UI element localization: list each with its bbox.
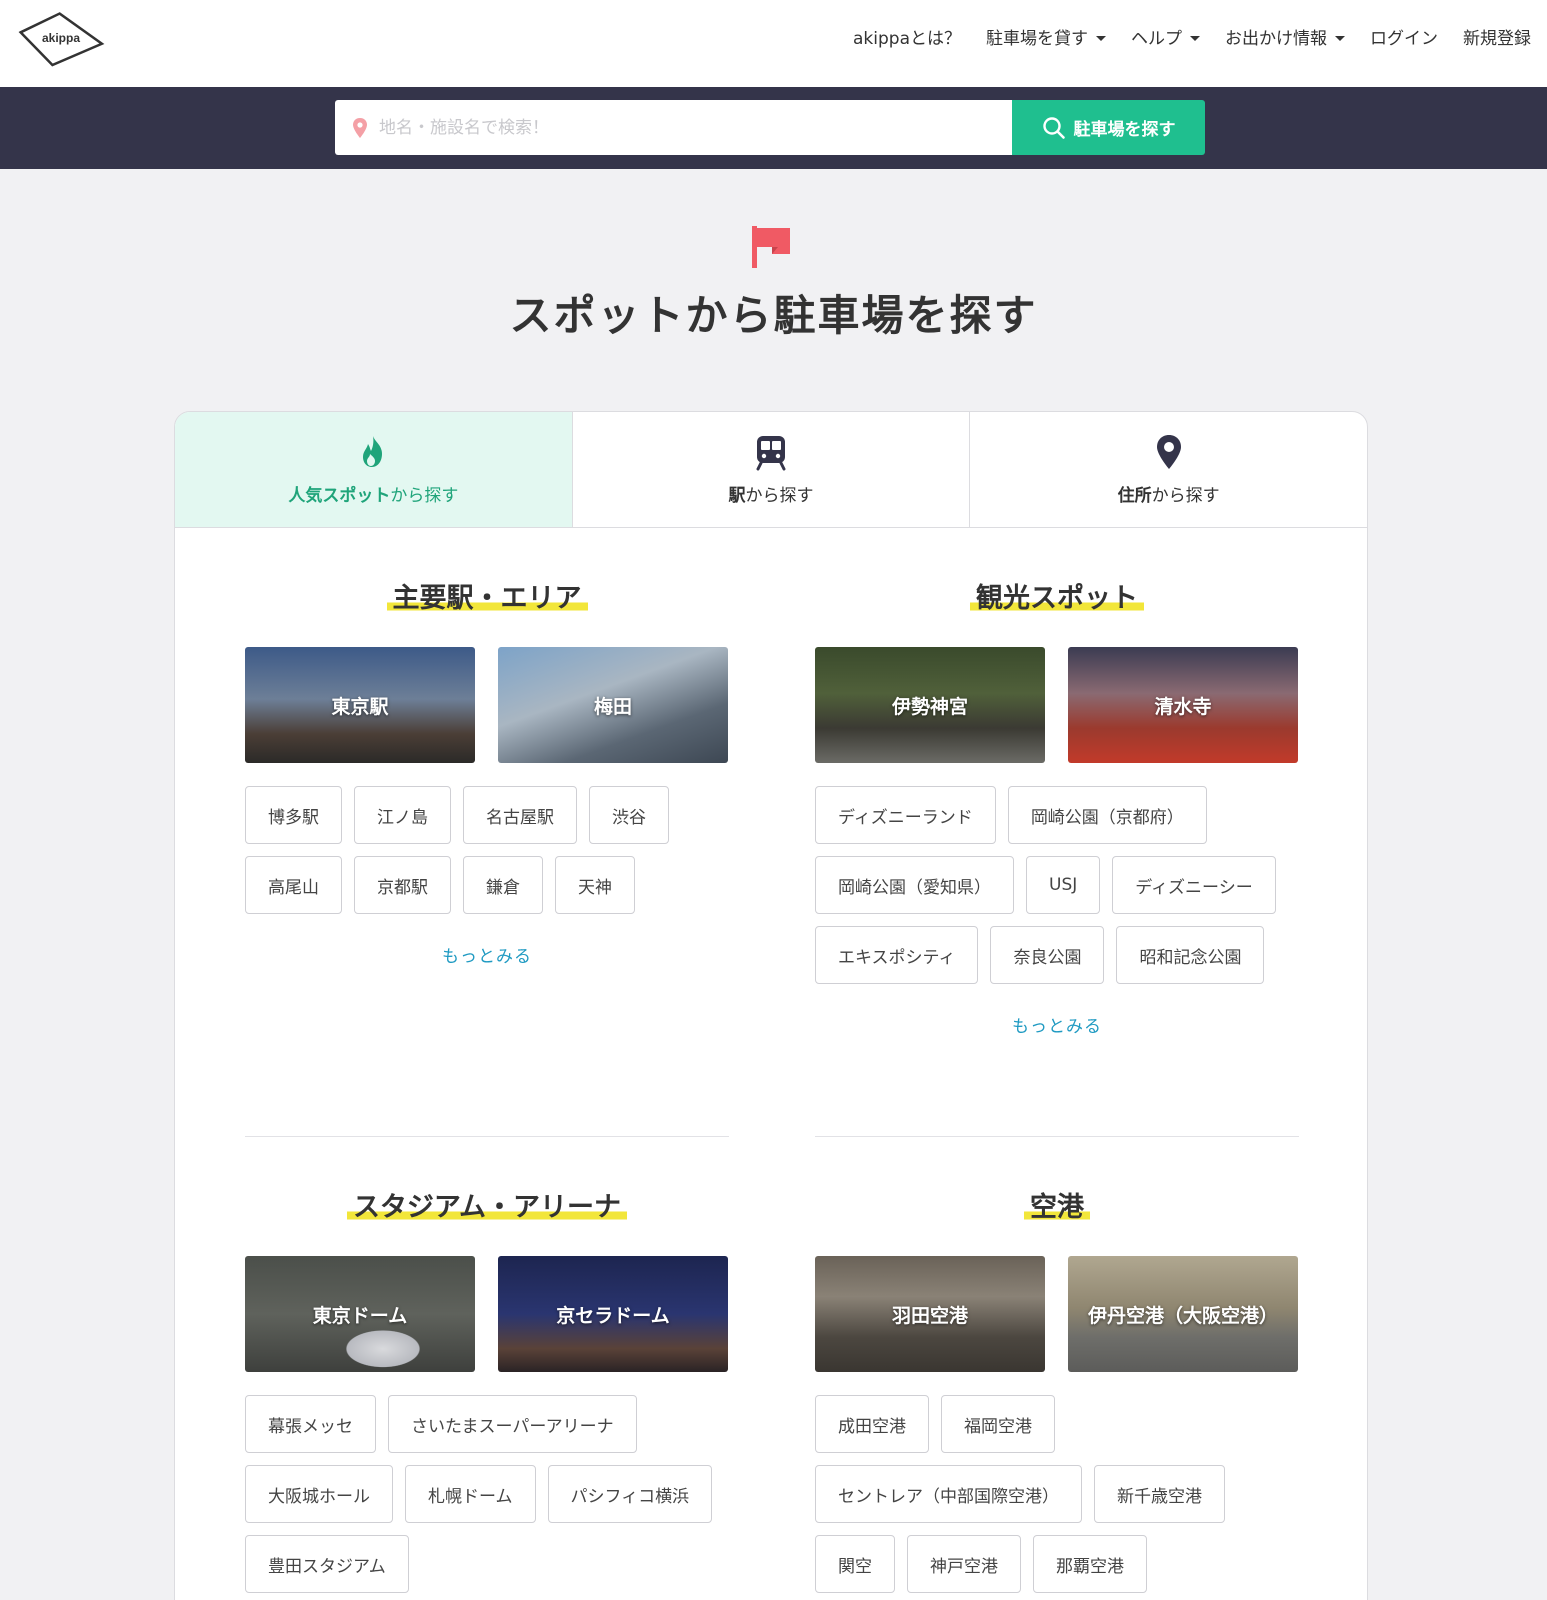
chip-toyota-stadium[interactable]: 豊田スタジアム — [245, 1535, 409, 1593]
location-pin-icon — [353, 117, 367, 138]
top-header: akippa akippaとは？ 駐車場を貸す ヘルプ お出かけ情報 ログイン … — [0, 0, 1547, 87]
chip-usj[interactable]: USJ — [1026, 856, 1101, 914]
chip-enoshima[interactable]: 江ノ島 — [354, 786, 451, 844]
nav-signup[interactable]: 新規登録 — [1463, 24, 1531, 49]
search-input[interactable] — [379, 117, 979, 138]
map-pin-icon — [1156, 435, 1181, 469]
chip-kobe-airport[interactable]: 神戸空港 — [907, 1535, 1021, 1593]
chip-osaka-jo-hall[interactable]: 大阪城ホール — [245, 1465, 393, 1523]
chip-tenjin[interactable]: 天神 — [555, 856, 635, 914]
chip-list: ディズニーランド 岡崎公園（京都府） 岡崎公園（愛知県） USJ ディズニーシー… — [815, 786, 1299, 984]
nav-outing-info[interactable]: お出かけ情報 — [1225, 24, 1345, 49]
section-major-stations: 主要駅・エリア 東京駅 梅田 博多駅 江ノ島 名古屋駅 渋谷 高尾山 京都駅 鎌… — [245, 576, 729, 967]
chip-fukuoka-airport[interactable]: 福岡空港 — [941, 1395, 1055, 1453]
chip-sapporo-dome[interactable]: 札幌ドーム — [405, 1465, 536, 1523]
chevron-down-icon — [1096, 35, 1106, 41]
flame-icon — [363, 436, 383, 467]
photo-card-ise-jingu[interactable]: 伊勢神宮 — [815, 647, 1045, 763]
section-title: スタジアム・アリーナ — [346, 1185, 628, 1224]
chip-saitama-super-arena[interactable]: さいたまスーパーアリーナ — [388, 1395, 637, 1453]
chip-kansai[interactable]: 関空 — [815, 1535, 895, 1593]
section-title: 空港 — [1024, 1185, 1090, 1224]
chip-nagoya-station[interactable]: 名古屋駅 — [463, 786, 577, 844]
chip-makuhari-messe[interactable]: 幕張メッセ — [245, 1395, 376, 1453]
chip-okazaki-park-kyoto[interactable]: 岡崎公園（京都府） — [1007, 786, 1207, 844]
tab-popular-spots[interactable]: 人気スポットから探す — [175, 412, 573, 527]
section-divider — [245, 1136, 729, 1137]
photo-card-haneda[interactable]: 羽田空港 — [815, 1256, 1045, 1372]
photo-card-tokyo-dome[interactable]: 東京ドーム — [245, 1256, 475, 1372]
chip-new-chitose[interactable]: 新千歳空港 — [1094, 1465, 1225, 1523]
chip-naha-airport[interactable]: 那覇空港 — [1033, 1535, 1147, 1593]
chip-kamakura[interactable]: 鎌倉 — [463, 856, 543, 914]
nav-about[interactable]: akippaとは？ — [853, 24, 961, 49]
chip-shibuya[interactable]: 渋谷 — [589, 786, 669, 844]
nav-login[interactable]: ログイン — [1370, 24, 1438, 49]
photo-card-tokyo-station[interactable]: 東京駅 — [245, 647, 475, 763]
chip-list: 成田空港 福岡空港 セントレア（中部国際空港） 新千歳空港 関空 神戸空港 那覇… — [815, 1395, 1299, 1593]
chip-takaosan[interactable]: 高尾山 — [245, 856, 342, 914]
chip-disneysea[interactable]: ディズニーシー — [1112, 856, 1276, 914]
more-link-sightseeing[interactable]: もっとみる — [815, 1012, 1299, 1037]
chip-list: 博多駅 江ノ島 名古屋駅 渋谷 高尾山 京都駅 鎌倉 天神 — [245, 786, 729, 914]
nav-lend-parking[interactable]: 駐車場を貸す — [986, 24, 1106, 49]
search-button[interactable]: 駐車場を探す — [1012, 100, 1205, 155]
nav-help[interactable]: ヘルプ — [1131, 24, 1200, 49]
chip-expocity[interactable]: エキスポシティ — [815, 926, 979, 984]
chip-disneyland[interactable]: ディズニーランド — [815, 786, 996, 844]
section-title: 主要駅・エリア — [386, 576, 588, 615]
chip-showa-kinen-park[interactable]: 昭和記念公園 — [1116, 926, 1265, 984]
tab-address[interactable]: 住所から探す — [970, 412, 1367, 527]
section-title: 観光スポット — [970, 576, 1144, 615]
search-icon — [1042, 116, 1065, 139]
svg-text:akippa: akippa — [42, 31, 80, 45]
chip-hakata-station[interactable]: 博多駅 — [245, 786, 342, 844]
chip-pacifico-yokohama[interactable]: パシフィコ横浜 — [547, 1465, 713, 1523]
search-bar: 駐車場を探す — [0, 87, 1547, 169]
tab-station[interactable]: 駅から探す — [573, 412, 971, 527]
photo-card-umeda[interactable]: 梅田 — [498, 647, 728, 763]
flag-icon — [752, 226, 790, 268]
chip-kyoto-station[interactable]: 京都駅 — [354, 856, 451, 914]
chevron-down-icon — [1335, 35, 1345, 41]
search-tabs: 人気スポットから探す 駅から探す 住所から探す — [175, 412, 1367, 528]
section-airports: 空港 羽田空港 伊丹空港（大阪空港） 成田空港 福岡空港 セントレア（中部国際空… — [815, 1185, 1299, 1593]
spot-search-card: 人気スポットから探す 駅から探す 住所から探す 主要駅・エリア 東京駅 梅田 博… — [174, 411, 1368, 1600]
photo-card-kiyomizu[interactable]: 清水寺 — [1068, 647, 1298, 763]
chip-okazaki-park-aichi[interactable]: 岡崎公園（愛知県） — [815, 856, 1014, 914]
chevron-down-icon — [1190, 35, 1200, 41]
search-box — [335, 100, 1012, 155]
chip-nara-park[interactable]: 奈良公園 — [990, 926, 1105, 984]
more-link-stations[interactable]: もっとみる — [245, 942, 729, 967]
photo-card-itami[interactable]: 伊丹空港（大阪空港） — [1068, 1256, 1298, 1372]
photo-card-kyocera-dome[interactable]: 京セラドーム — [498, 1256, 728, 1372]
chip-narita[interactable]: 成田空港 — [815, 1395, 929, 1453]
page-title: スポットから駐車場を探す — [509, 291, 1038, 340]
chip-centrair[interactable]: セントレア（中部国際空港） — [815, 1465, 1082, 1523]
section-sightseeing: 観光スポット 伊勢神宮 清水寺 ディズニーランド 岡崎公園（京都府） 岡崎公園（… — [815, 576, 1299, 1037]
section-divider — [815, 1136, 1299, 1137]
section-stadiums: スタジアム・アリーナ 東京ドーム 京セラドーム 幕張メッセ さいたまスーパーアリ… — [245, 1185, 729, 1593]
akippa-logo[interactable]: akippa — [16, 8, 106, 70]
chip-list: 幕張メッセ さいたまスーパーアリーナ 大阪城ホール 札幌ドーム パシフィコ横浜 … — [245, 1395, 729, 1593]
main-nav: akippaとは？ 駐車場を貸す ヘルプ お出かけ情報 ログイン 新規登録 — [853, 24, 1531, 49]
train-icon — [756, 436, 786, 471]
